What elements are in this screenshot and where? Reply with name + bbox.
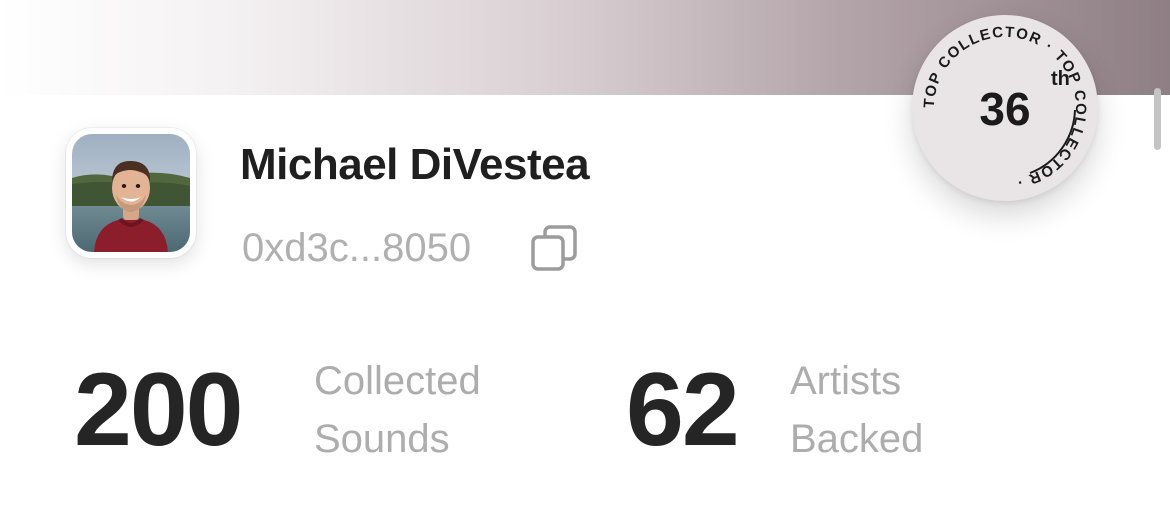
wallet-address: 0xd3c...8050 bbox=[242, 226, 472, 270]
scrollbar[interactable] bbox=[1154, 88, 1161, 150]
collector-rank: 36 bbox=[979, 83, 1031, 135]
artists-backed-label: Artists Backed bbox=[790, 352, 923, 468]
copy-icon[interactable] bbox=[528, 222, 580, 274]
artists-backed-label-line1: Artists bbox=[790, 359, 902, 403]
artists-backed-count: 62 bbox=[626, 352, 740, 468]
collected-sounds-label-line1: Collected bbox=[314, 359, 481, 403]
collected-sounds-label-line2: Sounds bbox=[314, 417, 450, 461]
collected-sounds-label: Collected Sounds bbox=[314, 352, 481, 468]
avatar[interactable] bbox=[66, 128, 196, 258]
profile-name: Michael DiVestea bbox=[240, 140, 590, 189]
profile-photo bbox=[72, 134, 190, 252]
collector-rank-suffix: th bbox=[1051, 68, 1070, 90]
collected-sounds-count: 200 bbox=[74, 352, 244, 468]
artists-backed-label-line2: Backed bbox=[790, 417, 924, 461]
